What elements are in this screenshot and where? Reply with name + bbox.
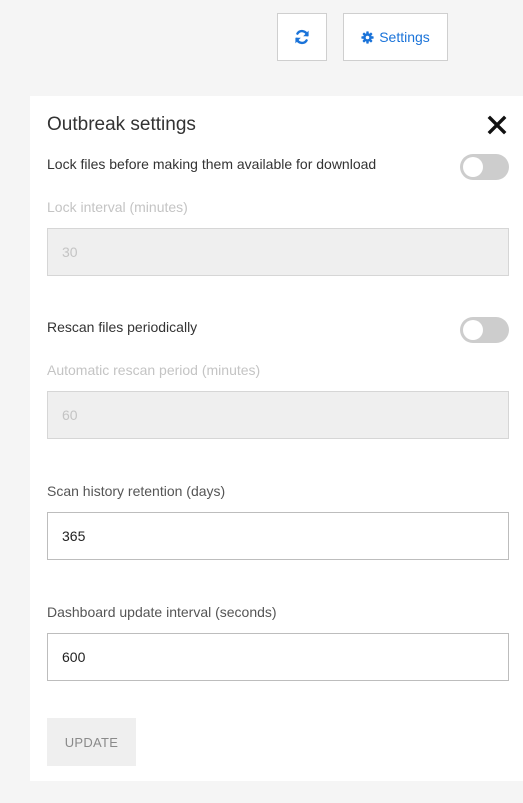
scan-history-field[interactable]: 365 [47, 512, 509, 560]
lock-files-toggle[interactable] [460, 154, 509, 180]
settings-button[interactable]: Settings [343, 13, 448, 61]
lock-interval-label: Lock interval (minutes) [47, 199, 188, 215]
toolbar: Settings [0, 0, 523, 96]
toggle-knob [463, 157, 483, 177]
dashboard-update-label: Dashboard update interval (seconds) [47, 604, 277, 620]
lock-files-label: Lock files before making them available … [47, 156, 377, 172]
rescan-toggle[interactable] [460, 317, 509, 343]
outbreak-settings-panel: Outbreak settings Lock files before maki… [30, 96, 523, 781]
close-icon[interactable] [484, 112, 510, 138]
update-button[interactable]: UPDATE [47, 718, 136, 766]
sync-icon [294, 29, 310, 45]
toggle-knob [463, 320, 483, 340]
scan-history-label: Scan history retention (days) [47, 483, 226, 499]
rescan-label: Rescan files periodically [47, 319, 198, 335]
lock-interval-field[interactable]: 30 [47, 228, 509, 276]
refresh-button[interactable] [277, 13, 327, 61]
panel-title: Outbreak settings [47, 114, 196, 135]
rescan-period-label: Automatic rescan period (minutes) [47, 362, 261, 378]
settings-button-label: Settings [379, 29, 430, 45]
dashboard-update-field[interactable]: 600 [47, 633, 509, 681]
rescan-period-field[interactable]: 60 [47, 391, 509, 439]
gear-icon [361, 30, 374, 44]
